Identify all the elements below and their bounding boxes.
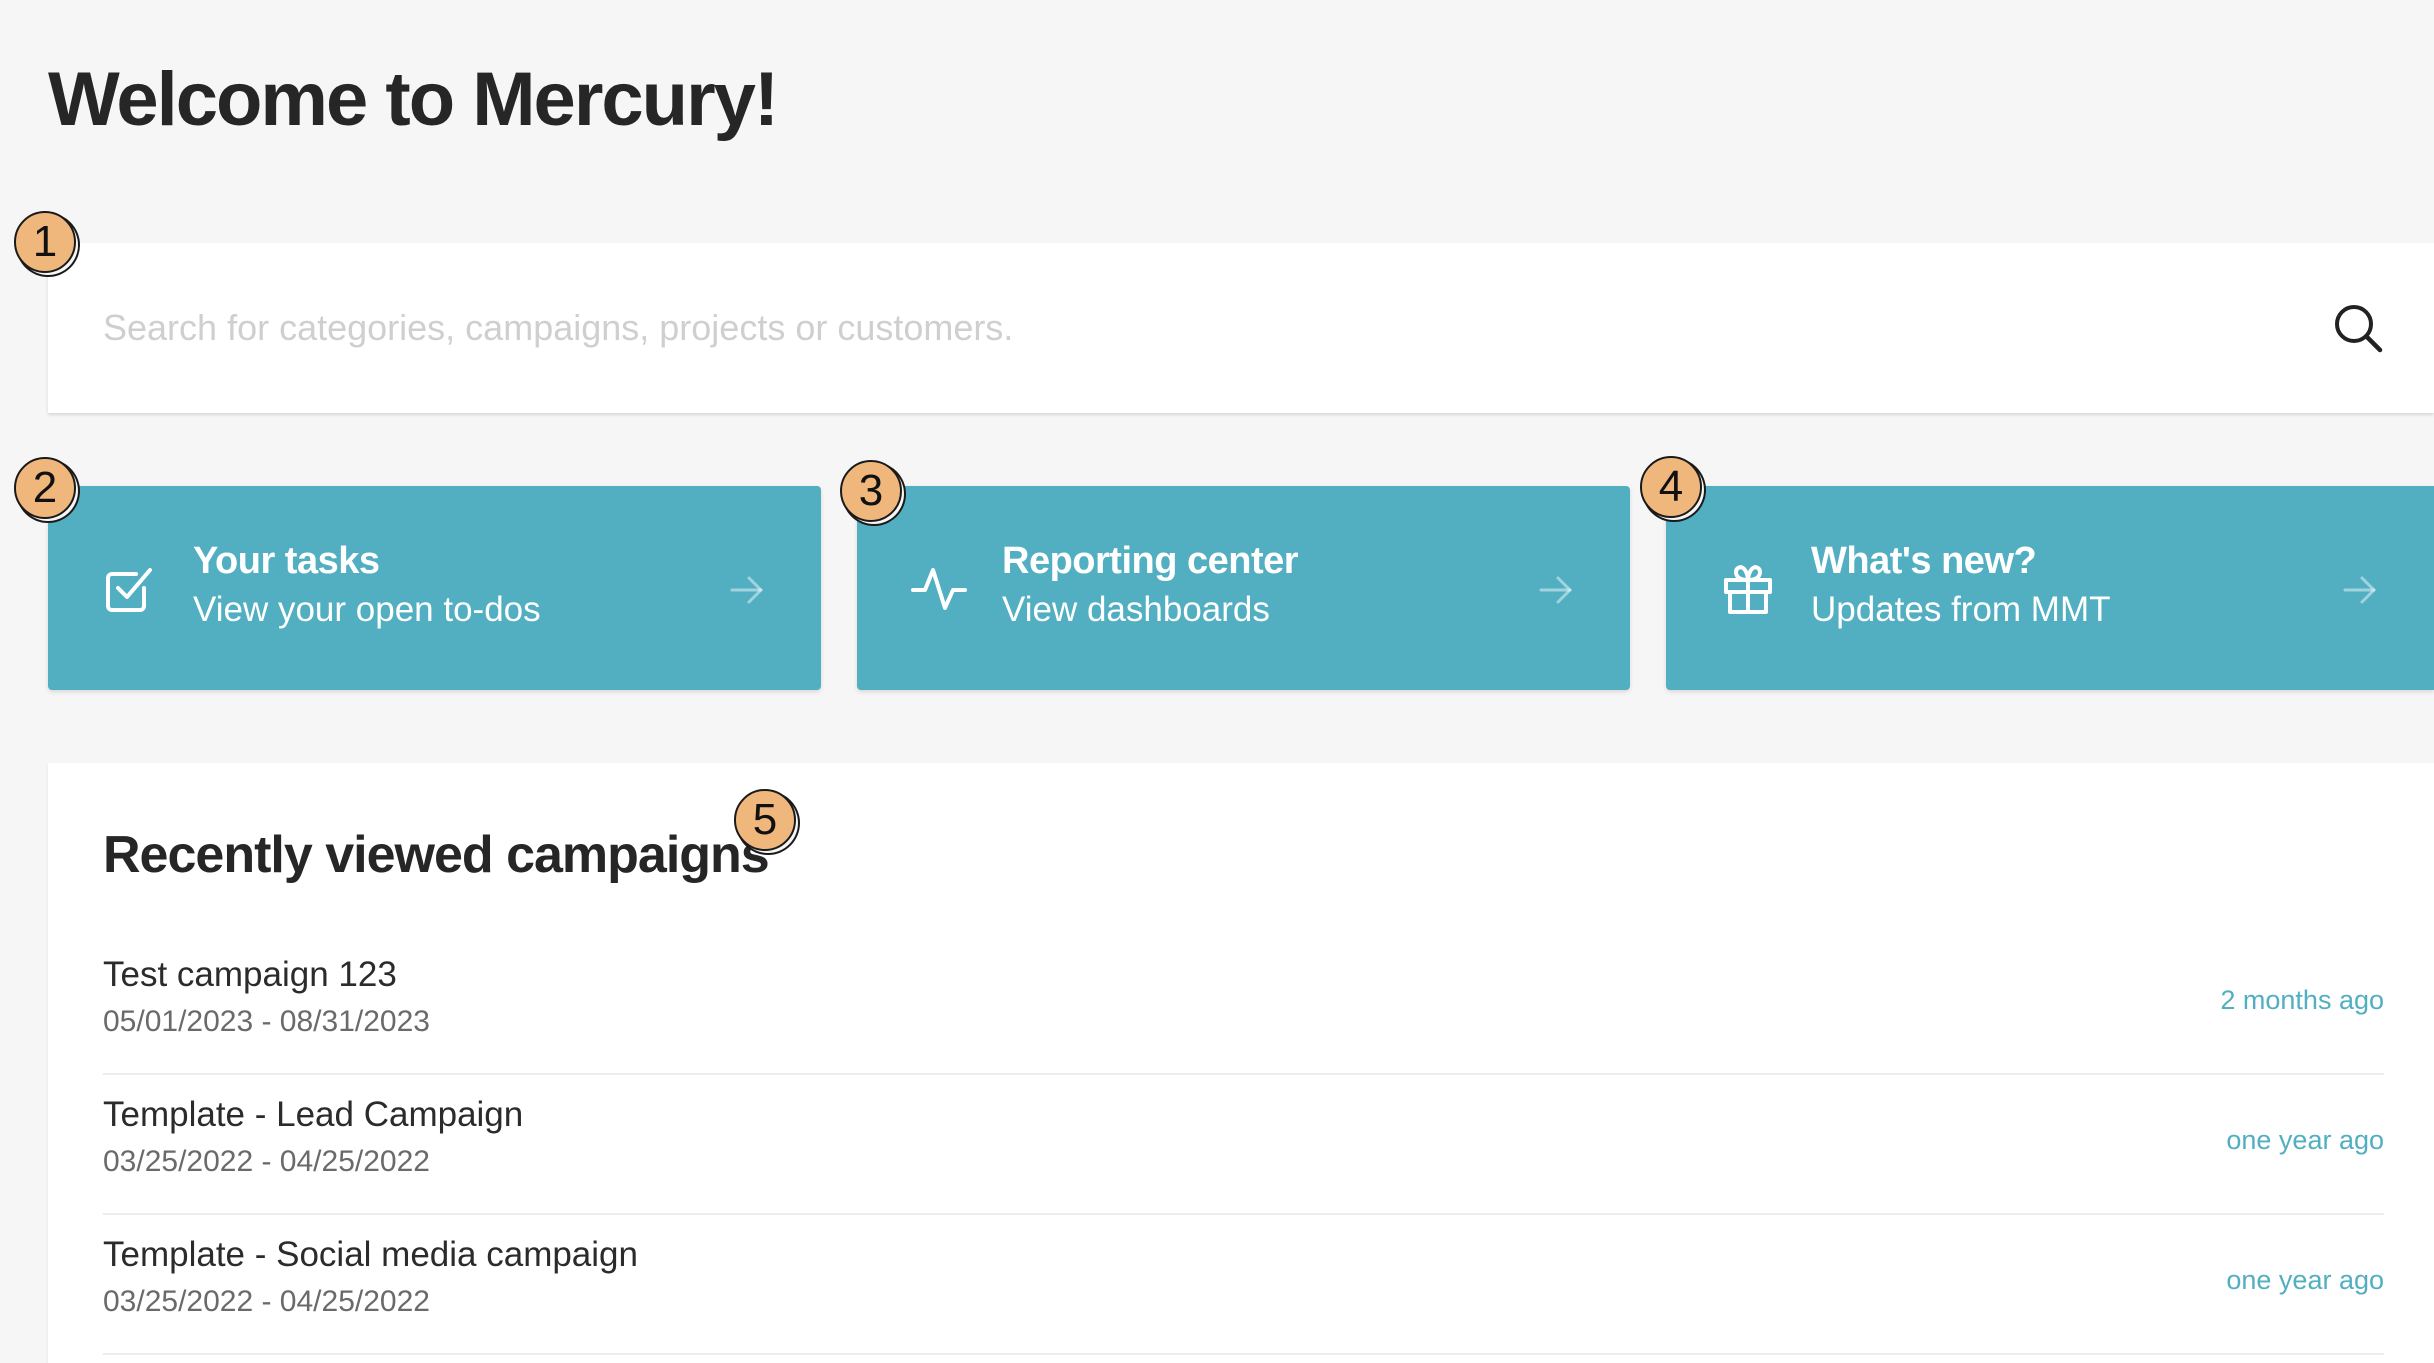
callout-marker-3: 3 [840,460,902,522]
whats-new-subtitle: Updates from MMT [1811,590,2111,629]
your-tasks-card[interactable]: Your tasks View your open to-dos [48,486,821,690]
your-tasks-subtitle: View your open to-dos [193,590,541,629]
callout-marker-4: 4 [1640,456,1702,518]
recent-campaigns-panel: Recently viewed campaigns Test campaign … [48,763,2434,1363]
activity-icon [911,568,967,610]
campaign-dates: 05/01/2023 - 08/31/2023 [103,1005,430,1038]
callout-marker-1: 1 [14,211,76,273]
search-icon[interactable] [2330,300,2386,356]
page-title: Welcome to Mercury! [48,57,779,142]
campaign-last-viewed: 2 months ago [2220,985,2384,1015]
campaign-last-viewed: one year ago [2226,1265,2384,1295]
campaign-row[interactable]: Test campaign 123 05/01/2023 - 08/31/202… [103,935,2384,1075]
whats-new-title: What's new? [1811,540,2037,582]
campaign-row[interactable]: Template - Social media campaign 03/25/2… [103,1215,2384,1355]
arrow-right-icon [2343,576,2376,604]
whats-new-card[interactable]: What's new? Updates from MMT [1666,486,2434,690]
callout-marker-2: 2 [14,457,76,519]
campaign-name: Test campaign 123 [103,955,397,994]
campaign-row[interactable]: Template - Lead Campaign 03/25/2022 - 04… [103,1075,2384,1215]
reporting-center-card[interactable]: Reporting center View dashboards [857,486,1630,690]
checkbox-icon [106,568,152,612]
your-tasks-title: Your tasks [193,540,380,582]
campaign-last-viewed: one year ago [2226,1125,2384,1155]
campaign-dates: 03/25/2022 - 04/25/2022 [103,1145,430,1178]
campaign-name: Template - Lead Campaign [103,1095,524,1134]
search-input[interactable] [103,288,2253,368]
search-bar [48,243,2434,413]
reporting-center-title: Reporting center [1002,540,1299,582]
reporting-center-subtitle: View dashboards [1002,590,1270,629]
arrow-right-icon [730,576,763,604]
callout-marker-5: 5 [734,789,796,851]
recent-campaigns-title: Recently viewed campaigns [103,826,770,884]
arrow-right-icon [1539,576,1572,604]
campaign-name: Template - Social media campaign [103,1235,638,1274]
gift-icon [1724,565,1772,614]
campaign-dates: 03/25/2022 - 04/25/2022 [103,1285,430,1318]
